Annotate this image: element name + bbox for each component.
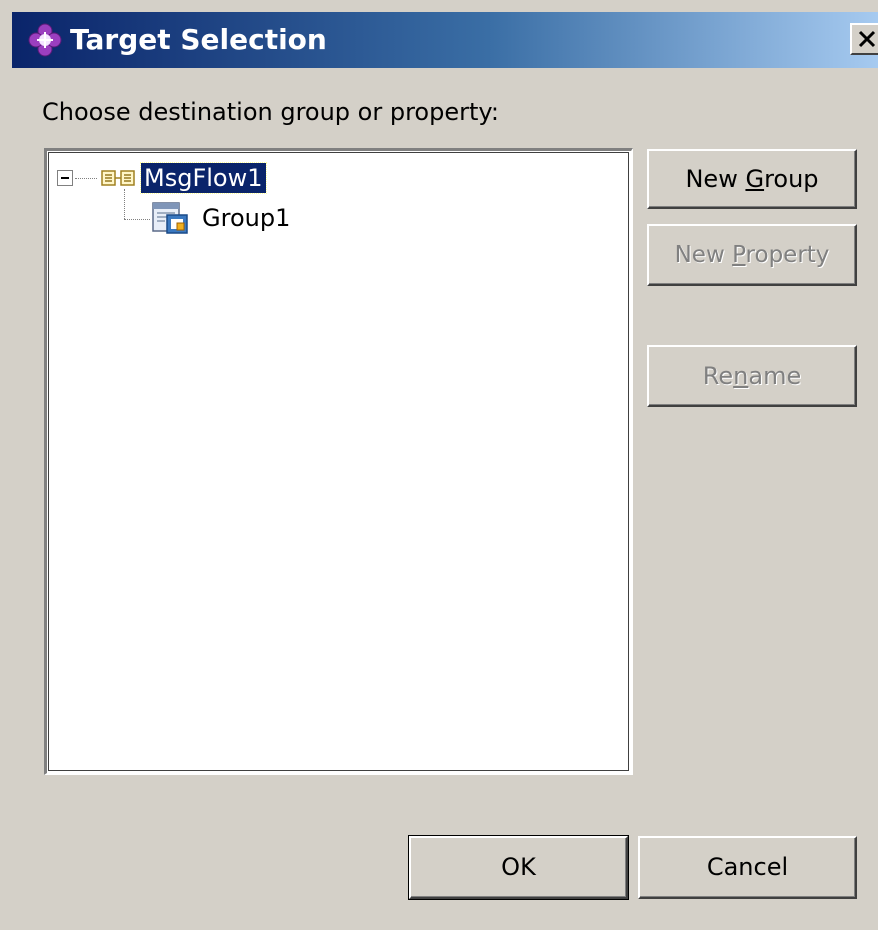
tree-node-label[interactable]: Group1 xyxy=(199,203,293,233)
button-label: ame xyxy=(748,362,802,390)
title-bar[interactable]: Target Selection xyxy=(12,12,878,68)
button-label: New xyxy=(674,242,733,268)
cancel-button[interactable]: Cancel xyxy=(638,836,857,899)
group-icon xyxy=(152,202,188,234)
window-title: Target Selection xyxy=(70,23,327,56)
choose-destination-label: Choose destination group or property: xyxy=(42,98,499,126)
target-selection-dialog: Target Selection Choose destination grou… xyxy=(0,0,878,930)
message-flow-icon xyxy=(101,170,135,186)
close-x-icon xyxy=(858,30,876,48)
new-property-button[interactable]: New Property xyxy=(647,224,857,286)
mnemonic-letter: P xyxy=(732,242,746,268)
tree-connector xyxy=(124,219,150,220)
button-label: New xyxy=(685,165,746,193)
tree-node-label[interactable]: MsgFlow1 xyxy=(140,162,267,194)
button-label: Re xyxy=(702,362,734,390)
mnemonic-letter: n xyxy=(733,362,749,390)
tree-connector xyxy=(124,189,125,219)
rename-button[interactable]: Rename xyxy=(647,345,857,407)
tree-node-msgflow1[interactable]: MsgFlow1 xyxy=(57,161,267,195)
mnemonic-letter: G xyxy=(745,165,765,193)
close-button[interactable] xyxy=(850,23,878,55)
button-label: roup xyxy=(764,165,819,193)
new-group-button[interactable]: New Group xyxy=(647,149,857,209)
tree-connector xyxy=(75,177,97,179)
ok-button[interactable]: OK xyxy=(408,835,629,900)
collapse-toggle-icon[interactable] xyxy=(57,170,73,186)
purple-flower-icon xyxy=(28,23,62,57)
tree-node-group1[interactable]: Group1 xyxy=(151,201,293,235)
button-label: roperty xyxy=(745,242,830,268)
destination-tree[interactable]: MsgFlow1 Group1 xyxy=(44,148,633,775)
